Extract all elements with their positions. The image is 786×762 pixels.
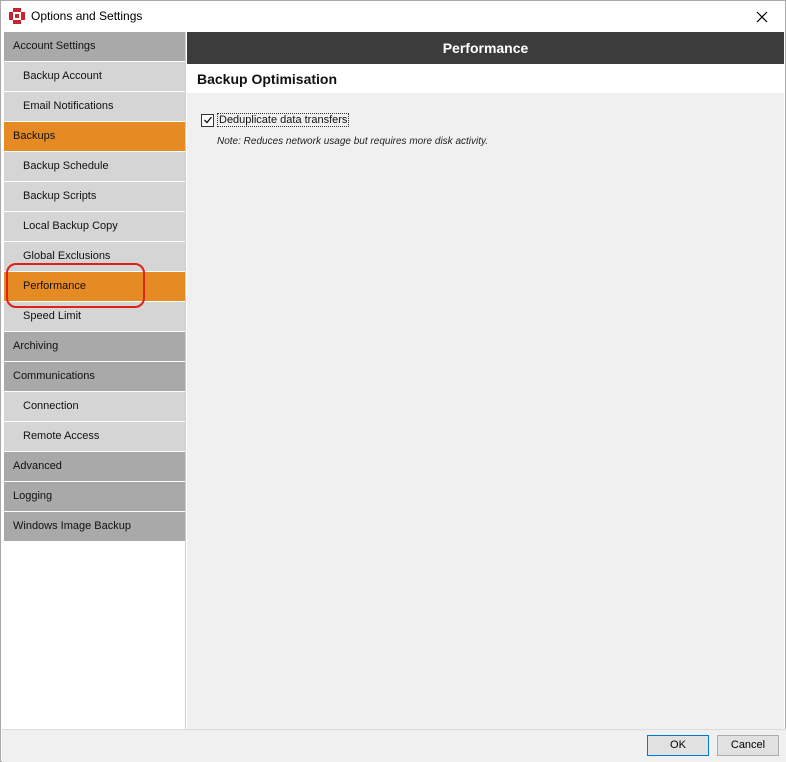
sidebar-item-communications[interactable]: Communications	[4, 362, 185, 391]
sidebar-item-logging[interactable]: Logging	[4, 482, 185, 511]
sidebar-item-remote-access[interactable]: Remote Access	[4, 422, 185, 451]
settings-content-panel: Performance Backup Optimisation Deduplic…	[187, 32, 784, 729]
sidebar-item-global-exclusions[interactable]: Global Exclusions	[4, 242, 185, 271]
page-title: Performance	[187, 32, 784, 64]
sidebar-item-archiving[interactable]: Archiving	[4, 332, 185, 361]
dedupe-option[interactable]: Deduplicate data transfers	[201, 113, 350, 127]
sidebar-item-local-backup-copy[interactable]: Local Backup Copy	[4, 212, 185, 241]
section-title: Backup Optimisation	[197, 71, 338, 87]
sidebar-item-backup-account[interactable]: Backup Account	[4, 62, 185, 91]
section-title-bar: Backup Optimisation	[187, 64, 784, 93]
window-title: Options and Settings	[31, 9, 143, 23]
app-logo-icon	[9, 8, 25, 24]
sidebar-item-speed-limit[interactable]: Speed Limit	[4, 302, 185, 331]
sidebar-item-windows-image-backup[interactable]: Windows Image Backup	[4, 512, 185, 541]
sidebar-item-connection[interactable]: Connection	[4, 392, 185, 421]
options-window: Options and Settings Account Settings Ba…	[0, 0, 786, 762]
sidebar-item-account-settings[interactable]: Account Settings	[4, 32, 185, 61]
dedupe-checkbox[interactable]	[201, 113, 214, 127]
sidebar-item-backup-scripts[interactable]: Backup Scripts	[4, 182, 185, 211]
settings-sidebar: Account Settings Backup Account Email No…	[2, 32, 186, 729]
sidebar-item-backup-schedule[interactable]: Backup Schedule	[4, 152, 185, 181]
title-bar: Options and Settings	[1, 1, 785, 32]
checkmark-icon	[203, 116, 212, 124]
close-icon	[756, 11, 768, 22]
close-button[interactable]	[739, 1, 785, 32]
cancel-button[interactable]: Cancel	[717, 735, 779, 756]
dialog-footer: OK Cancel	[2, 729, 786, 762]
sidebar-item-email-notifications[interactable]: Email Notifications	[4, 92, 185, 121]
sidebar-item-backups[interactable]: Backups	[4, 122, 185, 151]
ok-button[interactable]: OK	[647, 735, 709, 756]
dedupe-note: Note: Reduces network usage but requires…	[217, 136, 489, 147]
sidebar-item-performance[interactable]: Performance	[4, 272, 185, 301]
sidebar-item-advanced[interactable]: Advanced	[4, 452, 185, 481]
dedupe-checkbox-label[interactable]: Deduplicate data transfers	[217, 113, 350, 127]
